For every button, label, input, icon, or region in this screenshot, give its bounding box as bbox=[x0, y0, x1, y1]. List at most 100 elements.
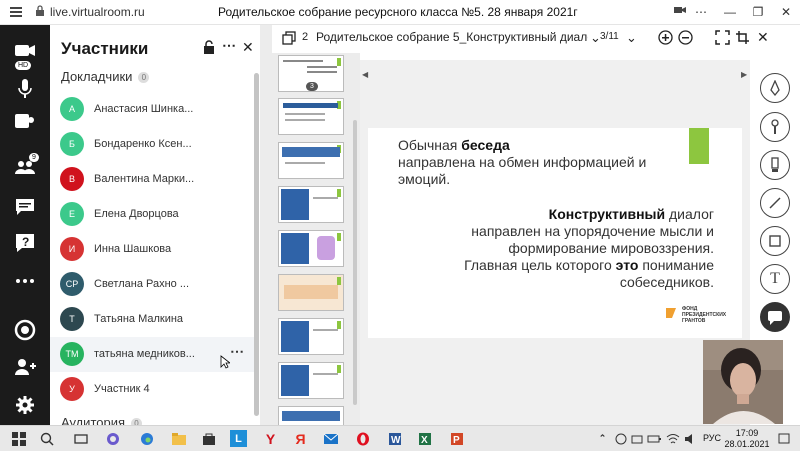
file-explorer-icon[interactable] bbox=[170, 430, 187, 447]
participants-scrollbar[interactable] bbox=[254, 73, 259, 416]
thumbnail-slide[interactable] bbox=[278, 362, 344, 399]
participant-row[interactable]: Т Татьяна Малкина bbox=[50, 302, 255, 337]
slide-accent-bar bbox=[689, 128, 709, 164]
close-panel-icon[interactable]: ✕ bbox=[242, 40, 256, 54]
slide-paragraph-1: Обычная беседа направлена на обмен инфор… bbox=[398, 137, 647, 187]
thumbnails-scrollbar[interactable] bbox=[353, 120, 357, 405]
thumbnail-slide[interactable] bbox=[278, 230, 344, 267]
edge-browser-icon[interactable] bbox=[138, 430, 155, 447]
slide-content: Обычная беседа направлена на обмен инфор… bbox=[368, 128, 742, 338]
brush-tool-icon[interactable] bbox=[760, 112, 790, 142]
chat-bubble-button[interactable] bbox=[760, 302, 790, 332]
questions-icon[interactable]: ? bbox=[13, 231, 37, 255]
pages-icon[interactable] bbox=[282, 31, 296, 45]
pen-tool-icon[interactable] bbox=[760, 73, 790, 103]
prev-arrow-icon[interactable]: ◀ bbox=[362, 70, 368, 79]
avatar: Т bbox=[60, 307, 84, 331]
participant-row[interactable]: СР Светлана Рахно ... bbox=[50, 267, 255, 302]
webcam-video bbox=[703, 340, 783, 424]
chevron-down-icon[interactable]: ⌄ bbox=[626, 30, 637, 46]
group-icon[interactable]: 9 bbox=[13, 153, 39, 179]
thumbnail-page-number: 3 bbox=[306, 82, 318, 91]
next-arrow-icon[interactable]: ▶ bbox=[741, 70, 747, 79]
participant-name: Елена Дворцова bbox=[94, 208, 179, 220]
word-icon[interactable]: W bbox=[386, 430, 403, 447]
zoom-in-icon[interactable] bbox=[658, 30, 673, 48]
camera-icon[interactable] bbox=[672, 4, 688, 20]
tray-chevron-up-icon[interactable]: ⌃ bbox=[594, 430, 611, 447]
language-indicator[interactable]: РУС bbox=[703, 433, 721, 443]
slide-thumbnails: 3 bbox=[260, 25, 360, 443]
thumbnail-slide[interactable] bbox=[278, 98, 344, 135]
participant-more-icon[interactable]: ⋯ bbox=[230, 343, 244, 360]
participants-title: Участники bbox=[61, 39, 149, 58]
left-rail: HD 9 ? bbox=[0, 25, 50, 425]
marker-tool-icon[interactable] bbox=[760, 150, 790, 180]
rectangle-tool-icon[interactable] bbox=[760, 226, 790, 256]
maximize-icon[interactable]: ❐ bbox=[750, 4, 766, 20]
grants-fund-logo-icon bbox=[664, 306, 678, 320]
screen-share-icon[interactable]: HD bbox=[13, 39, 37, 70]
thumbnail-slide-3[interactable]: 3 bbox=[278, 55, 344, 92]
fit-screen-icon[interactable] bbox=[715, 30, 730, 48]
opera-icon[interactable] bbox=[354, 430, 371, 447]
participant-row[interactable]: Б Бондаренко Ксен... bbox=[50, 127, 255, 162]
participant-name: Участник 4 bbox=[94, 383, 150, 395]
tray-app-icon[interactable] bbox=[612, 430, 629, 447]
participant-row[interactable]: У Участник 4 bbox=[50, 372, 255, 407]
page-title: Родительское собрание ресурсного класса … bbox=[218, 5, 578, 19]
more-options-icon[interactable]: ⋯ bbox=[693, 4, 709, 20]
close-document-icon[interactable]: ✕ bbox=[757, 29, 769, 46]
panel-more-icon[interactable]: ⋯ bbox=[222, 38, 236, 54]
zoom-out-icon[interactable] bbox=[678, 30, 693, 48]
svg-text:W: W bbox=[391, 435, 401, 446]
avatar: И bbox=[60, 237, 84, 261]
notifications-icon[interactable] bbox=[775, 430, 792, 447]
participant-row[interactable]: В Валентина Марки... bbox=[50, 162, 255, 197]
participant-row[interactable]: ТМ татьяна медников... ⋯ bbox=[50, 337, 255, 372]
add-user-icon[interactable] bbox=[13, 355, 37, 379]
powerpoint-icon[interactable]: P bbox=[448, 430, 465, 447]
more-icon[interactable] bbox=[13, 269, 37, 293]
yandex-icon[interactable]: Я bbox=[292, 430, 309, 447]
thumbnail-slide[interactable] bbox=[278, 186, 344, 223]
cortana-icon[interactable] bbox=[104, 430, 121, 447]
system-clock[interactable]: 17:09 28.01.2021 bbox=[723, 428, 771, 450]
record-icon[interactable] bbox=[13, 318, 37, 342]
participants-icon[interactable] bbox=[13, 109, 37, 133]
battery-icon[interactable] bbox=[645, 430, 662, 447]
task-view-icon[interactable] bbox=[72, 430, 89, 447]
thumbnail-slide[interactable] bbox=[278, 142, 344, 179]
volume-icon[interactable] bbox=[682, 430, 699, 447]
search-icon[interactable] bbox=[38, 430, 55, 447]
url-text[interactable]: live.virtualroom.ru bbox=[50, 5, 145, 19]
l-app-icon[interactable]: L bbox=[230, 430, 247, 447]
participant-name: Светлана Рахно ... bbox=[94, 278, 190, 290]
lock-icon[interactable] bbox=[202, 40, 216, 54]
page-counter: 3/11 bbox=[600, 31, 619, 42]
tray-network-app-icon[interactable] bbox=[628, 430, 645, 447]
settings-gear-icon[interactable] bbox=[13, 393, 37, 417]
mail-icon[interactable] bbox=[322, 430, 339, 447]
excel-icon[interactable]: X bbox=[416, 430, 433, 447]
chat-icon[interactable] bbox=[13, 195, 37, 219]
microphone-icon[interactable] bbox=[13, 77, 37, 101]
participants-panel: Участники ⋯ ✕ Докладчики 0 А Анастасия Шин… bbox=[50, 25, 260, 425]
minimize-icon[interactable]: — bbox=[722, 4, 738, 20]
wifi-icon[interactable] bbox=[664, 430, 681, 447]
windows-start-icon[interactable] bbox=[10, 430, 27, 447]
yandex-browser-icon[interactable]: Y bbox=[262, 430, 279, 447]
close-window-icon[interactable]: ✕ bbox=[778, 4, 794, 20]
thumbnail-slide[interactable] bbox=[278, 318, 344, 355]
hamburger-menu-icon[interactable] bbox=[8, 4, 24, 20]
line-tool-icon[interactable] bbox=[760, 188, 790, 218]
text-tool-icon[interactable]: T bbox=[760, 264, 790, 294]
avatar: Е bbox=[60, 202, 84, 226]
participant-name: Валентина Марки... bbox=[94, 173, 195, 185]
participant-row[interactable]: Е Елена Дворцова bbox=[50, 197, 255, 232]
thumbnail-slide[interactable] bbox=[278, 274, 344, 311]
participant-row[interactable]: И Инна Шашкова bbox=[50, 232, 255, 267]
participant-row[interactable]: А Анастасия Шинка... bbox=[50, 92, 255, 127]
store-icon[interactable] bbox=[200, 430, 217, 447]
crop-icon[interactable] bbox=[735, 30, 750, 48]
